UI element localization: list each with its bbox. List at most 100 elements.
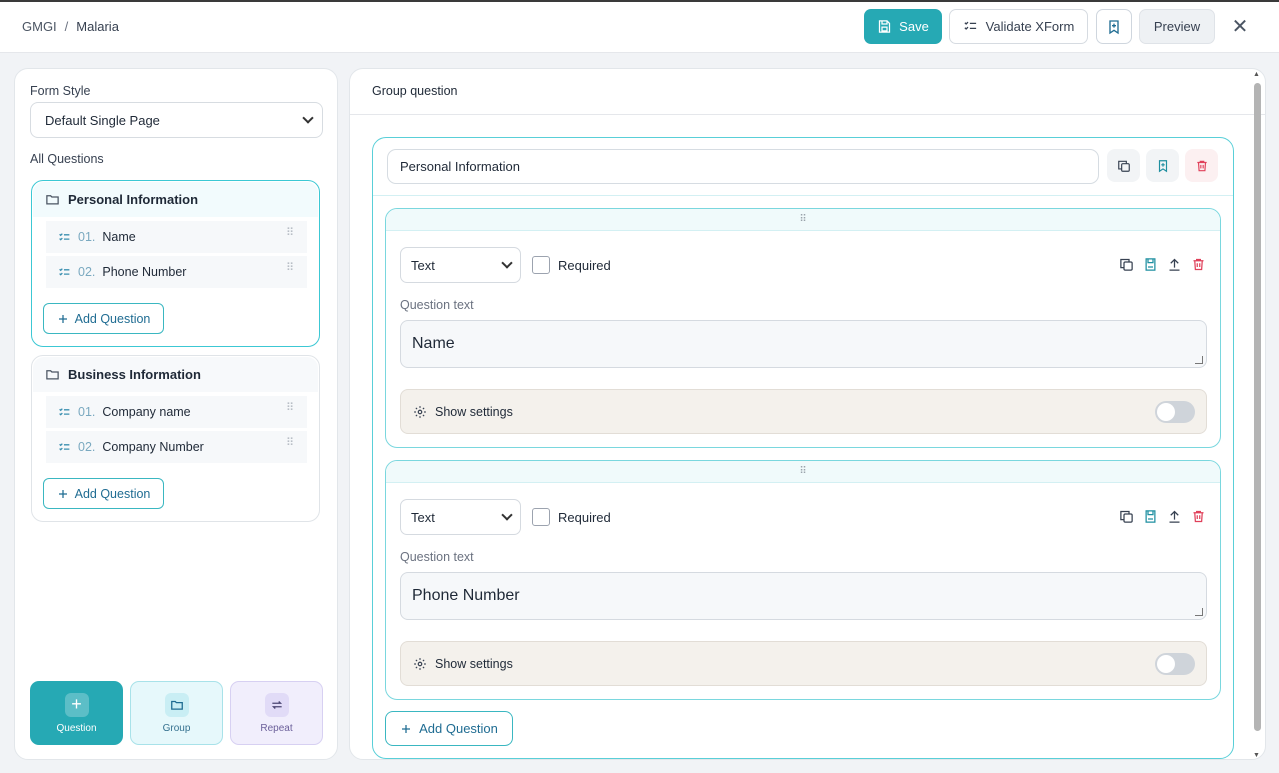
sidebar-group-header[interactable]: Business Information bbox=[33, 357, 318, 392]
checkbox-box[interactable] bbox=[532, 256, 550, 274]
panel-title: Group question bbox=[350, 69, 1265, 115]
delete-group-button[interactable] bbox=[1185, 149, 1218, 182]
breadcrumb-separator: / bbox=[64, 19, 69, 34]
add-question-tile[interactable]: + Question bbox=[30, 681, 123, 745]
plus-icon: + bbox=[64, 692, 89, 717]
validate-xform-button[interactable]: Validate XForm bbox=[949, 9, 1088, 44]
sidebar-question-item[interactable]: 02. Company Number ⠿ bbox=[46, 431, 307, 463]
save-button-label: Save bbox=[899, 19, 929, 34]
trash-icon[interactable] bbox=[1191, 257, 1206, 272]
scroll-up-icon[interactable]: ▲ bbox=[1253, 71, 1260, 78]
sidebar-add-question-button[interactable]: Add Question bbox=[43, 478, 164, 509]
question-text-label: Question text bbox=[400, 550, 474, 564]
question-number: 02. bbox=[78, 265, 96, 279]
bookmark-group-button[interactable] bbox=[1146, 149, 1179, 182]
breadcrumb: GMGI / Malaria bbox=[22, 19, 119, 34]
copy-icon[interactable] bbox=[1119, 257, 1134, 272]
save-icon[interactable] bbox=[1143, 509, 1158, 524]
sidebar-question-item[interactable]: 01. Name ⠿ bbox=[46, 221, 307, 253]
sidebar-question-item[interactable]: 02. Phone Number ⠿ bbox=[46, 256, 307, 288]
add-question-label: Add Question bbox=[74, 311, 151, 326]
add-repeat-tile[interactable]: Repeat bbox=[230, 681, 323, 745]
sidebar-question-item[interactable]: 01. Company name ⠿ bbox=[46, 396, 307, 428]
all-questions-label: All Questions bbox=[30, 152, 104, 166]
question-card: ⠿ Text Required Question text Name Show … bbox=[385, 208, 1221, 448]
tile-group-label: Group bbox=[162, 722, 191, 734]
trash-icon[interactable] bbox=[1191, 509, 1206, 524]
checklist-icon bbox=[964, 21, 976, 30]
form-style-label: Form Style bbox=[30, 84, 91, 98]
save-button[interactable]: Save bbox=[864, 9, 942, 44]
form-style-select[interactable]: Default Single Page bbox=[30, 102, 323, 138]
question-text-input[interactable]: Name bbox=[400, 320, 1207, 368]
drag-handle-icon[interactable]: ⠿ bbox=[286, 263, 294, 274]
drag-handle-icon[interactable]: ⠿ bbox=[386, 461, 1220, 483]
scrollbar-thumb[interactable] bbox=[1254, 83, 1261, 731]
bookmark-plus-icon bbox=[1109, 19, 1119, 34]
preview-button[interactable]: Preview bbox=[1139, 9, 1215, 44]
question-label: Company name bbox=[102, 405, 191, 419]
settings-toggle[interactable] bbox=[1155, 401, 1195, 423]
question-type-value: Text bbox=[411, 257, 435, 273]
show-settings-label: Show settings bbox=[435, 656, 513, 671]
drag-handle-icon[interactable]: ⠿ bbox=[386, 209, 1220, 231]
sidebar-group-personal-information[interactable]: Personal Information 01. Name ⠿ 02. Phon… bbox=[31, 180, 320, 347]
bookmark-plus-icon bbox=[1158, 159, 1167, 172]
question-type-select[interactable]: Text bbox=[400, 499, 521, 535]
question-text-value: Phone Number bbox=[412, 587, 520, 604]
checklist-icon bbox=[59, 442, 70, 451]
resize-handle-icon[interactable] bbox=[1195, 356, 1203, 364]
chevron-down-icon bbox=[501, 257, 513, 269]
add-question-button[interactable]: Add Question bbox=[385, 711, 513, 746]
scroll-down-icon[interactable]: ▼ bbox=[1253, 752, 1260, 759]
show-settings-label: Show settings bbox=[435, 404, 513, 419]
upload-icon[interactable] bbox=[1167, 509, 1182, 524]
question-label: Name bbox=[102, 230, 136, 244]
close-icon[interactable]: ✕ bbox=[1225, 9, 1255, 44]
question-number: 01. bbox=[78, 405, 96, 419]
show-settings-bar[interactable]: Show settings bbox=[400, 641, 1207, 686]
sidebar-group-header[interactable]: Personal Information bbox=[33, 182, 318, 217]
validate-xform-label: Validate XForm bbox=[985, 19, 1075, 34]
settings-toggle[interactable] bbox=[1155, 653, 1195, 675]
breadcrumb-current: Malaria bbox=[76, 19, 119, 34]
question-text-label: Question text bbox=[400, 298, 474, 312]
drag-handle-icon[interactable]: ⠿ bbox=[286, 438, 294, 449]
question-type-value: Text bbox=[411, 509, 435, 525]
add-question-label: Add Question bbox=[419, 721, 498, 736]
gear-icon bbox=[414, 657, 426, 670]
required-label: Required bbox=[558, 257, 611, 273]
question-label: Phone Number bbox=[102, 265, 187, 279]
add-question-label: Add Question bbox=[74, 486, 151, 501]
show-settings-bar[interactable]: Show settings bbox=[400, 389, 1207, 434]
question-type-select[interactable]: Text bbox=[400, 247, 521, 283]
drag-handle-icon[interactable]: ⠿ bbox=[286, 228, 294, 239]
question-text-input[interactable]: Phone Number bbox=[400, 572, 1207, 620]
bookmark-add-button[interactable] bbox=[1096, 9, 1132, 44]
top-bar: GMGI / Malaria Save Validate XForm Preview… bbox=[0, 2, 1279, 53]
vertical-scrollbar[interactable]: ▲ ▼ bbox=[1252, 71, 1263, 759]
copy-icon[interactable] bbox=[1119, 509, 1134, 524]
drag-handle-icon[interactable]: ⠿ bbox=[286, 403, 294, 414]
questions-sidebar: Form Style Default Single Page All Quest… bbox=[14, 68, 338, 760]
required-checkbox[interactable]: Required bbox=[532, 256, 611, 274]
add-group-tile[interactable]: Group bbox=[130, 681, 223, 745]
group-editor-panel: Group question Personal Information ⠿ Te… bbox=[349, 68, 1266, 760]
duplicate-group-button[interactable] bbox=[1107, 149, 1140, 182]
repeat-icon bbox=[264, 692, 289, 717]
checkbox-box[interactable] bbox=[532, 508, 550, 526]
gear-icon bbox=[414, 405, 426, 418]
breadcrumb-root[interactable]: GMGI bbox=[22, 19, 57, 34]
upload-icon[interactable] bbox=[1167, 257, 1182, 272]
trash-icon bbox=[1196, 160, 1207, 171]
resize-handle-icon[interactable] bbox=[1195, 608, 1203, 616]
save-icon[interactable] bbox=[1143, 257, 1158, 272]
plus-icon bbox=[58, 489, 67, 498]
group-card: Personal Information ⠿ Text Required Que… bbox=[372, 137, 1234, 759]
copy-icon bbox=[1117, 160, 1130, 172]
required-checkbox[interactable]: Required bbox=[532, 508, 611, 526]
sidebar-group-business-information[interactable]: Business Information 01. Company name ⠿ … bbox=[31, 355, 320, 522]
group-name-input[interactable]: Personal Information bbox=[387, 149, 1099, 184]
question-actions bbox=[1119, 257, 1206, 272]
sidebar-add-question-button[interactable]: Add Question bbox=[43, 303, 164, 334]
